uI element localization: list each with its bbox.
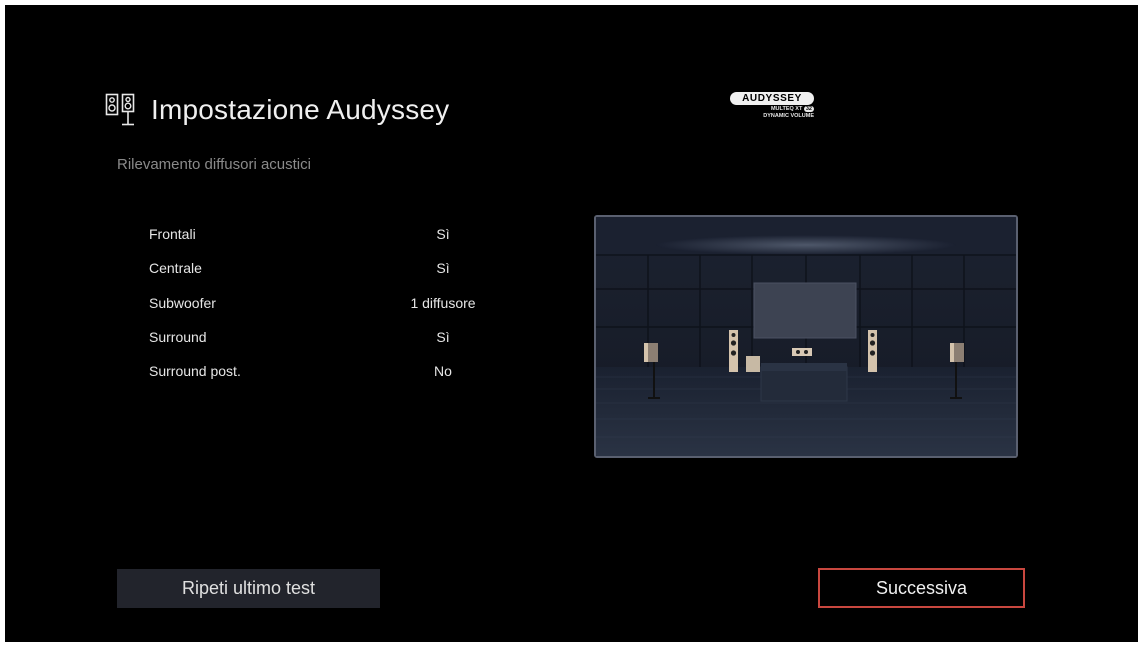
list-item: Subwoofer 1 diffusore [149,295,529,329]
speakers-icon [105,93,135,126]
header: Impostazione Audyssey [105,90,449,130]
list-item: Surround post. No [149,363,529,397]
page-subtitle: Rilevamento diffusori acustici [117,156,311,173]
list-item: Centrale Sì [149,260,529,294]
logo-multeq: MULTEQ XT 32 [770,106,814,112]
speaker-value: No [434,363,452,380]
logo-dynamic-volume: DYNAMIC VOLUME [763,113,814,119]
speaker-label: Surround post. [149,363,241,380]
speaker-detection-list: Frontali Sì Centrale Sì Subwoofer 1 diff… [149,226,529,397]
list-item: Frontali Sì [149,226,529,260]
speaker-value: Sì [436,260,450,277]
page-title: Impostazione Audyssey [151,94,450,125]
speaker-label: Subwoofer [149,294,216,311]
screen: Impostazione Audyssey Rilevamento diffus… [5,5,1138,642]
repeat-last-test-button[interactable]: Ripeti ultimo test [117,569,380,608]
logo-brand: AUDYSSEY [730,92,814,105]
speaker-label: Centrale [149,260,202,277]
next-button[interactable]: Successiva [818,568,1025,608]
speaker-label: Surround [149,328,207,345]
speaker-value: Sì [436,328,450,345]
audyssey-logo: AUDYSSEY MULTEQ XT 32 DYNAMIC VOLUME [730,92,814,119]
speaker-layout-preview [594,215,1018,458]
room-illustration [596,217,1016,456]
speaker-value: Sì [436,226,450,242]
speaker-value: 1 diffusore [410,294,476,311]
speaker-label: Frontali [149,226,196,242]
list-item: Surround Sì [149,329,529,363]
